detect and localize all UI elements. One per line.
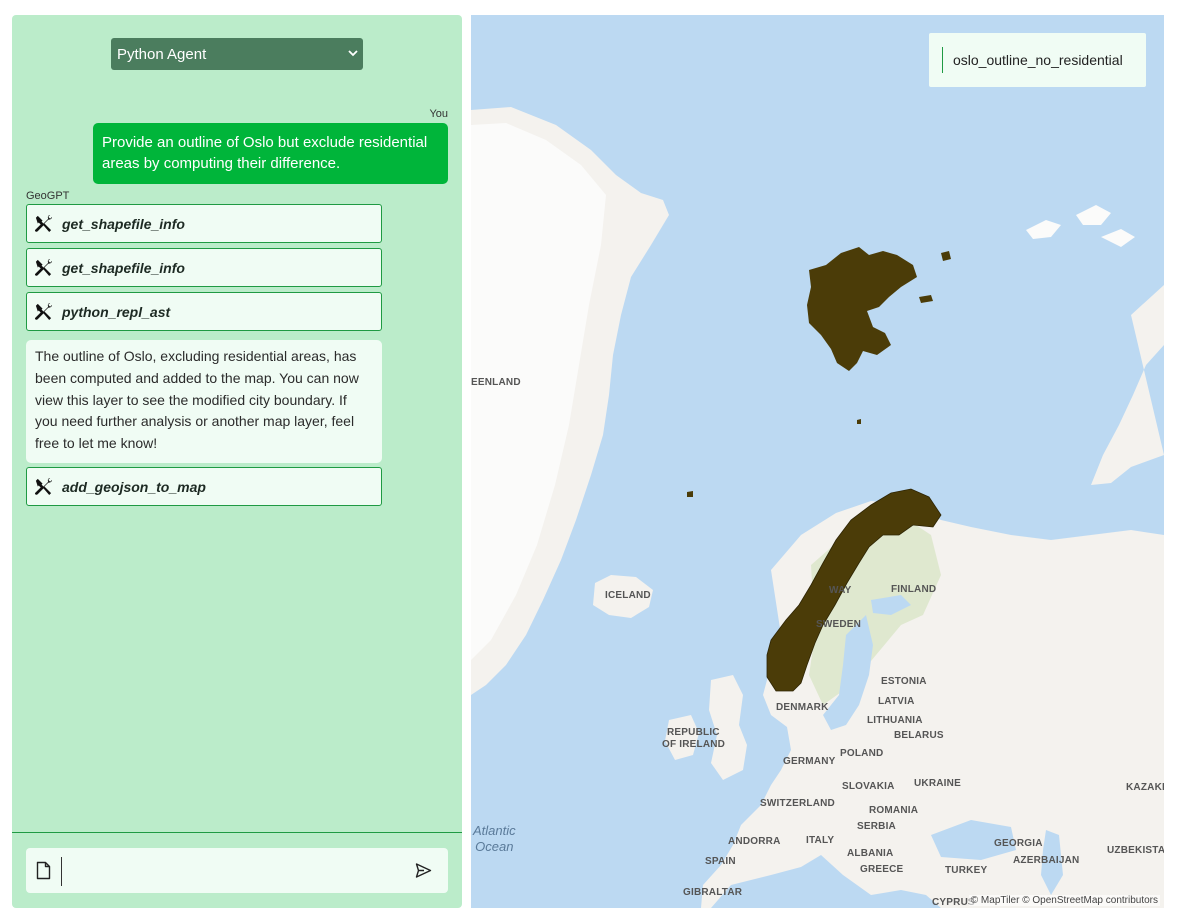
tool-call-get-shapefile-info[interactable]: get_shapefile_info xyxy=(26,204,382,243)
map-label-denmark: DENMARK xyxy=(776,702,829,713)
user-label: You xyxy=(429,108,448,120)
map-basemap xyxy=(471,107,1164,908)
agent-select[interactable]: Python Agent xyxy=(111,38,363,70)
tool-name: get_shapefile_info xyxy=(62,215,185,232)
map-label-finland: FINLAND xyxy=(891,584,937,595)
map-attribution[interactable]: © MapTiler © OpenStreetMap contributors xyxy=(968,895,1160,906)
map-label-ireland-2: OF IRELAND xyxy=(662,739,726,750)
tools-icon xyxy=(34,477,53,496)
map-view[interactable]: oslo_outline_no_residential EENLAND ICEL… xyxy=(471,15,1164,908)
map-label-iceland: ICELAND xyxy=(605,590,651,601)
layer-svalbard-overlay xyxy=(807,247,917,371)
map-label-ukraine: UKRAINE xyxy=(914,778,961,789)
map-label-norway: WAY xyxy=(829,585,852,596)
tools-icon xyxy=(34,302,53,321)
map-label-italy: ITALY xyxy=(806,835,835,846)
attach-file-icon[interactable] xyxy=(36,861,51,880)
map-label-gibraltar: GIBRALTAR xyxy=(683,887,743,898)
message-input[interactable] xyxy=(68,856,398,885)
tool-name: add_geojson_to_map xyxy=(62,478,206,495)
map-label-atlantic-ocean: Atlantic Ocean xyxy=(473,823,516,854)
map-label-georgia: GEORGIA xyxy=(994,838,1043,849)
map-label-spain: SPAIN xyxy=(705,856,736,867)
map-label-slovakia: SLOVAKIA xyxy=(842,781,895,792)
map-label-latvia: LATVIA xyxy=(878,696,915,707)
chat-panel: Python Agent You Provide an outline of O… xyxy=(12,15,462,908)
bot-label: GeoGPT xyxy=(26,190,70,202)
chevron-down-icon xyxy=(348,50,358,57)
map-label-andorra: ANDORRA xyxy=(728,836,781,847)
message-composer xyxy=(26,848,448,893)
map-label-switzerland: SWITZERLAND xyxy=(760,798,835,809)
map-label-poland: POLAND xyxy=(840,748,884,759)
text-caret xyxy=(61,857,62,886)
tool-call-python-repl-ast[interactable]: python_repl_ast xyxy=(26,292,382,331)
map-label-serbia: SERBIA xyxy=(857,821,896,832)
composer-divider xyxy=(12,832,462,833)
tool-call-add-geojson-to-map[interactable]: add_geojson_to_map xyxy=(26,467,382,506)
map-label-estonia: ESTONIA xyxy=(881,676,927,687)
layer-legend-bar xyxy=(942,47,943,73)
map-label-lithuania: LITHUANIA xyxy=(867,715,923,726)
map-label-albania: ALBANIA xyxy=(847,848,894,859)
user-message: Provide an outline of Oslo but exclude r… xyxy=(93,123,448,184)
map-label-kazakh: KAZAKH xyxy=(1126,782,1164,793)
tool-name: get_shapefile_info xyxy=(62,259,185,276)
map-label-greenland: EENLAND xyxy=(471,377,521,388)
tools-icon xyxy=(34,258,53,277)
map-label-greece: GREECE xyxy=(860,864,904,875)
send-icon[interactable] xyxy=(415,862,432,879)
map-label-germany: GERMANY xyxy=(783,756,836,767)
tool-call-get-shapefile-info[interactable]: get_shapefile_info xyxy=(26,248,382,287)
map-label-belarus: BELARUS xyxy=(894,730,944,741)
map-label-turkey: TURKEY xyxy=(945,865,988,876)
layer-legend[interactable]: oslo_outline_no_residential xyxy=(929,33,1146,87)
tool-name: python_repl_ast xyxy=(62,303,171,320)
layer-name: oslo_outline_no_residential xyxy=(953,52,1123,68)
map-label-ireland-1: REPUBLIC xyxy=(667,727,720,738)
map-label-uzbekistan: UZBEKISTAN xyxy=(1107,845,1164,856)
bot-message: The outline of Oslo, excluding residenti… xyxy=(26,340,382,463)
map-label-romania: ROMANIA xyxy=(869,805,919,816)
map-label-sweden: SWEDEN xyxy=(816,619,862,630)
map-label-azerbaijan: AZERBAIJAN xyxy=(1013,855,1080,866)
tools-icon xyxy=(34,214,53,233)
agent-select-value: Python Agent xyxy=(117,45,207,63)
